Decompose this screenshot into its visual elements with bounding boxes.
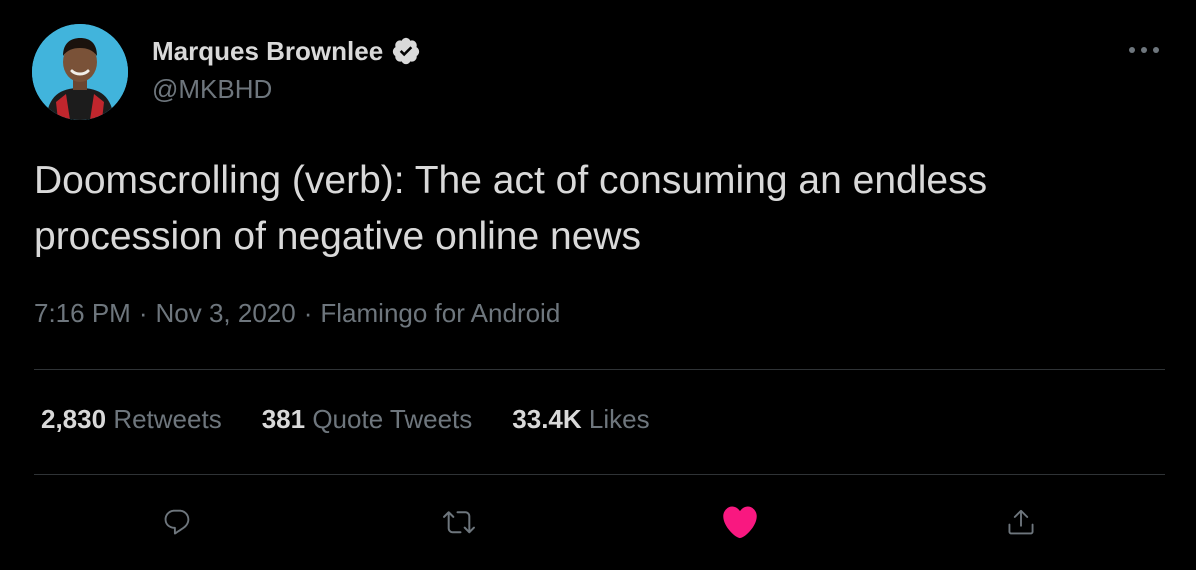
tweet-source[interactable]: Flamingo for Android (320, 298, 560, 329)
more-dots-icon (1129, 47, 1159, 53)
like-button[interactable] (718, 500, 762, 544)
avatar-image (32, 24, 128, 120)
tweet-meta: 7:16 PM · Nov 3, 2020 · Flamingo for And… (34, 298, 560, 329)
retweets-label: Retweets (113, 404, 222, 434)
author-handle[interactable]: @MKBHD (152, 74, 272, 105)
retweets-count: 2,830 (41, 404, 107, 434)
avatar[interactable] (32, 24, 128, 120)
likes-count: 33.4K (512, 404, 582, 434)
share-icon (1008, 509, 1034, 535)
author-name-row: Marques Brownlee (152, 34, 421, 68)
retweet-icon (443, 511, 475, 534)
share-button[interactable] (999, 500, 1043, 544)
quote-tweets-stat[interactable]: 381 Quote Tweets (262, 404, 473, 435)
tweet-date[interactable]: Nov 3, 2020 (156, 298, 296, 329)
heart-icon (723, 506, 757, 539)
tweet-card: Marques Brownlee @MKBHD Doomscrolling (v… (0, 0, 1196, 570)
tweet-stats: 2,830 Retweets 381 Quote Tweets 33.4K Li… (41, 404, 650, 435)
retweets-stat[interactable]: 2,830 Retweets (41, 404, 222, 435)
verified-badge-icon (393, 37, 420, 65)
reply-button[interactable] (155, 500, 199, 544)
likes-label: Likes (588, 404, 650, 434)
tweet-time[interactable]: 7:16 PM (34, 298, 131, 329)
divider (34, 474, 1165, 475)
author-display-name[interactable]: Marques Brownlee (152, 36, 383, 67)
retweet-button[interactable] (437, 500, 481, 544)
meta-separator: · (303, 298, 313, 328)
reply-icon (164, 509, 190, 535)
tweet-text: Doomscrolling (verb): The act of consumi… (34, 159, 988, 258)
likes-stat[interactable]: 33.4K Likes (512, 404, 649, 435)
quote-tweets-label: Quote Tweets (312, 404, 473, 434)
meta-separator: · (138, 298, 148, 328)
more-options-button[interactable] (1120, 30, 1168, 70)
quote-tweets-count: 381 (261, 404, 306, 434)
divider (34, 369, 1165, 370)
